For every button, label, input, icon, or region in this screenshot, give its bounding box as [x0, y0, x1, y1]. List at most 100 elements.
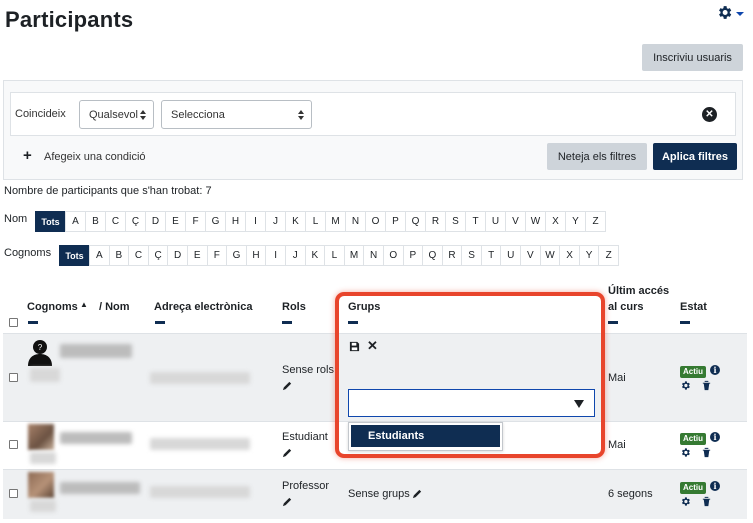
- collapse-column-icon[interactable]: [680, 321, 690, 324]
- collapse-column-icon[interactable]: [282, 321, 292, 324]
- add-condition-link[interactable]: Afegeix una condició: [44, 151, 146, 163]
- initial-letter[interactable]: T: [480, 245, 502, 266]
- filter-type-select[interactable]: Selecciona: [161, 100, 312, 129]
- initial-letter[interactable]: D: [167, 245, 188, 266]
- initial-letter[interactable]: F: [206, 245, 228, 266]
- trash-icon[interactable]: [701, 496, 712, 507]
- initial-letter[interactable]: B: [85, 211, 106, 232]
- initial-letter[interactable]: P: [385, 211, 406, 232]
- surname-header[interactable]: Cognoms: [27, 301, 78, 313]
- initial-letter[interactable]: Z: [598, 245, 620, 266]
- chevron-down-icon: [736, 11, 744, 16]
- initial-letter[interactable]: M: [325, 211, 346, 232]
- match-select[interactable]: Qualsevol: [79, 100, 154, 129]
- collapse-column-icon[interactable]: [608, 321, 618, 324]
- apply-filters-button[interactable]: Aplica filtres: [653, 143, 737, 170]
- collapse-column-icon[interactable]: [155, 321, 165, 324]
- select-all-checkbox[interactable]: [9, 318, 18, 327]
- initial-letter[interactable]: N: [363, 245, 384, 266]
- participants-count: Nombre de participants que s'han trobat:…: [4, 185, 212, 197]
- initial-letter[interactable]: P: [402, 245, 424, 266]
- initial-letter[interactable]: U: [485, 211, 506, 232]
- initial-letter[interactable]: H: [245, 245, 267, 266]
- first-name-initials-label: Nom: [4, 213, 28, 225]
- role-text: Professor: [282, 480, 330, 492]
- initial-letter[interactable]: S: [445, 211, 466, 232]
- trash-icon[interactable]: [701, 447, 712, 458]
- initial-letter[interactable]: Y: [565, 211, 586, 232]
- initial-letter[interactable]: B: [108, 245, 130, 266]
- initial-letter[interactable]: J: [265, 211, 286, 232]
- initial-letter[interactable]: Q: [405, 211, 426, 232]
- initial-letter[interactable]: A: [65, 211, 86, 232]
- initial-letter[interactable]: M: [343, 245, 365, 266]
- row-checkbox[interactable]: [9, 440, 18, 449]
- remove-condition-icon[interactable]: ✕: [702, 107, 717, 122]
- gear-icon[interactable]: [680, 496, 691, 507]
- initial-letter[interactable]: X: [559, 245, 580, 266]
- trash-icon[interactable]: [701, 380, 712, 391]
- clear-filters-button[interactable]: Neteja els filtres: [547, 143, 647, 170]
- last-access-text: Mai: [608, 372, 626, 384]
- initial-letter[interactable]: O: [365, 211, 386, 232]
- initial-letter[interactable]: L: [324, 245, 345, 266]
- initial-letter[interactable]: Y: [578, 245, 600, 266]
- initial-letter[interactable]: G: [226, 245, 247, 266]
- email-header[interactable]: Adreça electrònica: [154, 301, 252, 313]
- initial-letter[interactable]: K: [304, 245, 326, 266]
- settings-menu[interactable]: [716, 4, 744, 21]
- initial-letter[interactable]: F: [185, 211, 206, 232]
- initial-letter[interactable]: H: [225, 211, 246, 232]
- initial-letter[interactable]: J: [284, 245, 306, 266]
- initial-letter[interactable]: Q: [422, 245, 443, 266]
- last-name-initials-label: Cognoms: [4, 247, 52, 259]
- initial-letter[interactable]: E: [186, 245, 208, 266]
- initial-letter[interactable]: V: [505, 211, 526, 232]
- pencil-icon[interactable]: [282, 380, 293, 391]
- initial-letter[interactable]: Ç: [125, 211, 146, 232]
- initial-letter[interactable]: E: [165, 211, 186, 232]
- info-icon[interactable]: i: [710, 432, 720, 442]
- initial-letter[interactable]: U: [500, 245, 522, 266]
- initial-letter[interactable]: O: [382, 245, 404, 266]
- initial-letter[interactable]: Ç: [147, 245, 169, 266]
- pencil-icon[interactable]: [412, 488, 423, 499]
- gear-icon[interactable]: [680, 447, 691, 458]
- info-icon[interactable]: i: [710, 365, 720, 375]
- info-icon[interactable]: i: [710, 481, 720, 491]
- enrol-users-button[interactable]: Inscriviu usuaris: [642, 44, 743, 71]
- last-access-header-line2[interactable]: al curs: [608, 301, 643, 313]
- role-text: Estudiant: [282, 431, 328, 443]
- pencil-icon[interactable]: [282, 447, 293, 458]
- initial-all[interactable]: Tots: [35, 211, 66, 232]
- initial-letter[interactable]: A: [89, 245, 110, 266]
- initial-letter[interactable]: D: [145, 211, 166, 232]
- initial-letter[interactable]: S: [461, 245, 482, 266]
- initial-letter[interactable]: W: [539, 245, 561, 266]
- initial-letter[interactable]: T: [465, 211, 486, 232]
- roles-header: Rols: [282, 301, 306, 313]
- initial-all[interactable]: Tots: [59, 245, 90, 266]
- row-checkbox[interactable]: [9, 489, 18, 498]
- initial-letter[interactable]: N: [345, 211, 366, 232]
- initial-letter[interactable]: L: [305, 211, 326, 232]
- redacted-email: [150, 438, 250, 450]
- initial-letter[interactable]: G: [205, 211, 226, 232]
- initial-letter[interactable]: I: [265, 245, 286, 266]
- initial-letter[interactable]: W: [525, 211, 546, 232]
- initial-letter[interactable]: V: [520, 245, 541, 266]
- first-name-header[interactable]: / Nom: [99, 301, 130, 313]
- initial-letter[interactable]: K: [285, 211, 306, 232]
- initial-letter[interactable]: Z: [585, 211, 606, 232]
- initial-letter[interactable]: R: [441, 245, 463, 266]
- row-checkbox[interactable]: [9, 373, 18, 382]
- initial-letter[interactable]: C: [128, 245, 149, 266]
- initial-letter[interactable]: R: [425, 211, 446, 232]
- pencil-icon[interactable]: [282, 496, 293, 507]
- gear-icon[interactable]: [680, 380, 691, 391]
- initial-letter[interactable]: I: [245, 211, 266, 232]
- collapse-column-icon[interactable]: [28, 321, 38, 324]
- last-access-header[interactable]: Últim accés: [608, 285, 669, 297]
- initial-letter[interactable]: C: [105, 211, 126, 232]
- initial-letter[interactable]: X: [545, 211, 566, 232]
